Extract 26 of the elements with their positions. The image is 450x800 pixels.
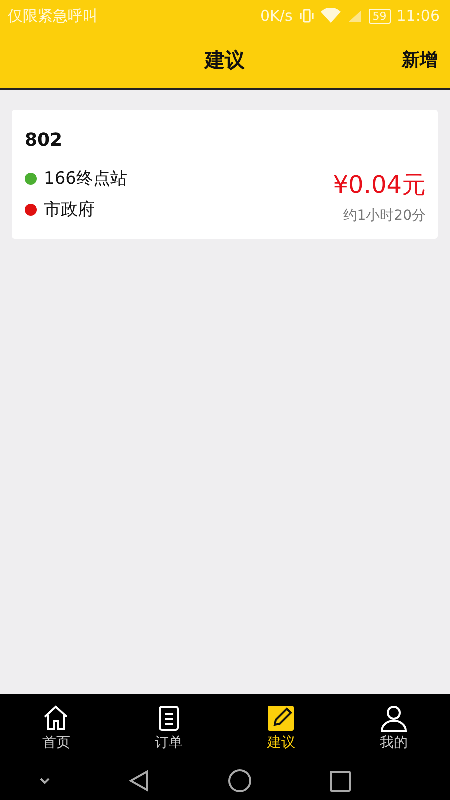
stop-name: 市政府 <box>44 199 95 221</box>
duration: 约1小时20分 <box>343 207 426 225</box>
page-title: 建议 <box>205 46 245 74</box>
edit-icon <box>267 704 296 732</box>
battery-icon: 59 <box>368 8 391 24</box>
home-icon <box>42 704 70 732</box>
add-button[interactable]: 新增 <box>402 46 438 74</box>
person-icon <box>380 704 408 732</box>
back-icon[interactable] <box>129 770 150 792</box>
recents-icon[interactable] <box>330 770 351 792</box>
tab[interactable]: 建议 <box>225 694 338 762</box>
route-number: 802 <box>25 130 63 151</box>
signal-icon <box>346 8 363 24</box>
route-card[interactable]: 802 166终点站 市政府 ¥0.04元 约1小时20分 <box>12 110 438 239</box>
tab[interactable]: 首页 <box>0 694 112 762</box>
vibrate-icon <box>298 8 315 24</box>
network-speed: 0K/s <box>260 7 293 25</box>
status-text: 仅限紧急呼叫 <box>8 6 98 26</box>
tab[interactable]: 订单 <box>112 694 225 762</box>
wifi-icon <box>320 8 341 24</box>
stop-name: 166终点站 <box>44 168 128 190</box>
home-button-icon[interactable] <box>228 769 252 793</box>
clock: 11:06 <box>396 7 440 25</box>
chevron-down-icon[interactable] <box>39 777 52 785</box>
price: ¥0.04元 <box>333 170 426 201</box>
tab[interactable]: 我的 <box>338 694 450 762</box>
